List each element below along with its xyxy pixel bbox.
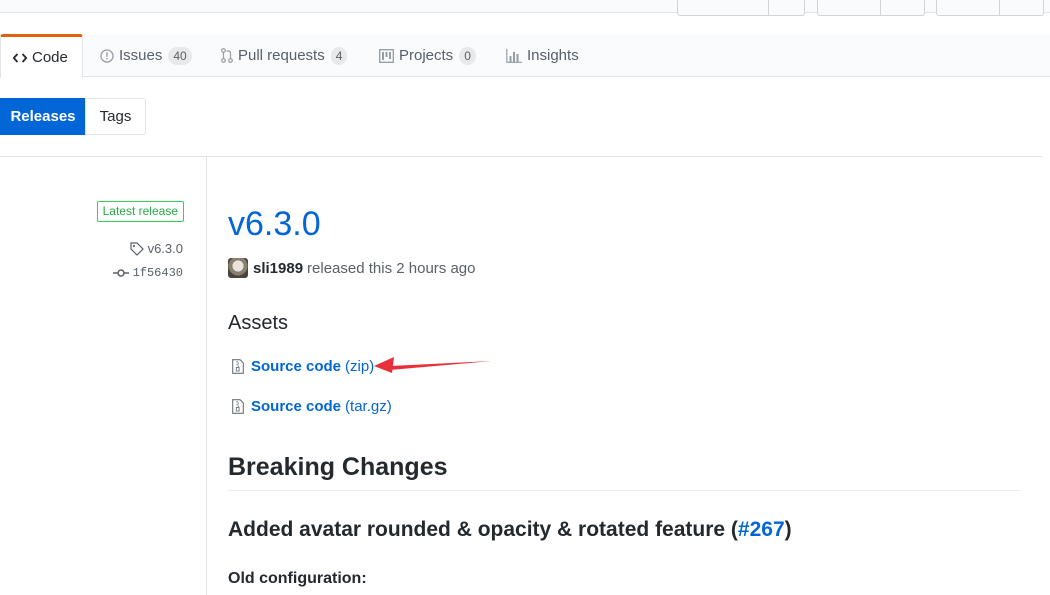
asset-name: Source code xyxy=(251,397,342,415)
fork-button[interactable] xyxy=(936,0,1044,16)
assets-heading: Assets xyxy=(228,312,289,334)
commit-sha: 1f56430 xyxy=(132,266,183,280)
tab-issues[interactable]: Issues 40 xyxy=(100,34,192,77)
code-icon xyxy=(13,52,27,64)
issues-counter: 40 xyxy=(168,46,192,65)
release-commit[interactable]: 1f56430 xyxy=(112,266,183,280)
tag-icon xyxy=(129,241,144,256)
graph-icon xyxy=(506,48,522,63)
release-subnav: Releases Tags xyxy=(0,98,146,135)
tab-projects-label: Projects xyxy=(399,47,454,64)
watch-button[interactable] xyxy=(677,0,805,16)
tab-insights[interactable]: Insights xyxy=(506,34,579,77)
tab-code[interactable]: Code xyxy=(0,34,83,78)
star-button[interactable] xyxy=(817,0,925,16)
asset-source-zip[interactable]: Source code (zip) xyxy=(232,356,374,376)
pull-requests-counter: 4 xyxy=(330,46,348,65)
projects-counter: 0 xyxy=(459,46,476,65)
latest-release-badge: Latest release xyxy=(96,201,184,222)
heading-divider xyxy=(228,490,1021,491)
commit-icon xyxy=(112,268,129,278)
tags-tab[interactable]: Tags xyxy=(85,98,146,135)
tab-projects[interactable]: Projects 0 xyxy=(379,34,476,77)
feature-heading: Added avatar rounded & opacity & rotated… xyxy=(228,518,792,542)
file-zip-icon xyxy=(232,358,244,374)
breaking-changes-heading: Breaking Changes xyxy=(228,453,448,481)
asset-name: Source code xyxy=(251,357,342,375)
feature-heading-text: Added avatar rounded & opacity & rotated… xyxy=(228,518,738,541)
tab-pull-requests[interactable]: Pull requests 4 xyxy=(221,34,348,77)
release-byline: sli1989 released this 2 hours ago xyxy=(228,258,476,278)
tag-name: v6.3.0 xyxy=(147,241,183,256)
feature-heading-close: ) xyxy=(784,518,792,541)
released-text: released this 2 hours ago xyxy=(307,259,476,277)
tab-issues-label: Issues xyxy=(119,47,163,64)
avatar[interactable] xyxy=(228,258,248,278)
repo-header-strip xyxy=(0,0,1050,16)
release-tag[interactable]: v6.3.0 xyxy=(129,241,183,256)
releases-tab[interactable]: Releases xyxy=(0,98,86,135)
annotation-arrow xyxy=(374,357,492,373)
project-icon xyxy=(379,48,394,63)
release-meta-divider xyxy=(206,157,207,595)
asset-format: (zip) xyxy=(345,357,375,375)
tab-code-label: Code xyxy=(32,49,68,66)
tab-insights-label: Insights xyxy=(527,47,579,64)
issue-icon xyxy=(100,48,114,63)
tab-pull-requests-label: Pull requests xyxy=(238,47,325,64)
release-title[interactable]: v6.3.0 xyxy=(228,205,321,244)
author-link[interactable]: sli1989 xyxy=(253,260,303,277)
divider xyxy=(0,156,1042,157)
issue-link[interactable]: #267 xyxy=(738,518,785,541)
asset-format: (tar.gz) xyxy=(345,397,392,415)
file-zip-icon xyxy=(232,398,244,414)
pull-request-icon xyxy=(221,48,233,63)
old-configuration-label: Old configuration: xyxy=(228,570,367,587)
repo-nav: Code Issues 40 Pull requests 4 Projects … xyxy=(0,34,1050,78)
asset-source-targz[interactable]: Source code (tar.gz) xyxy=(232,396,392,416)
